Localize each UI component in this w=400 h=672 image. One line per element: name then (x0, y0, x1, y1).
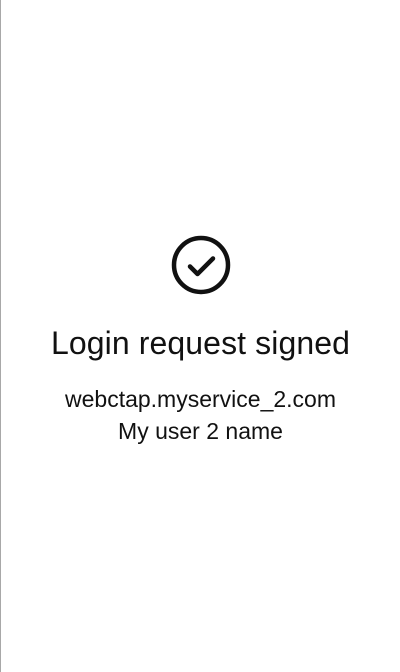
page-title: Login request signed (50, 325, 351, 361)
service-domain: webctap.myservice_2.com (65, 386, 336, 412)
request-details: webctap.myservice_2.com My user 2 name (65, 383, 336, 447)
signed-screen: Login request signed webctap.myservice_2… (0, 0, 400, 672)
signed-confirmation: Login request signed webctap.myservice_2… (1, 235, 400, 447)
check-circle-icon (171, 235, 230, 295)
user-name: My user 2 name (118, 418, 283, 444)
